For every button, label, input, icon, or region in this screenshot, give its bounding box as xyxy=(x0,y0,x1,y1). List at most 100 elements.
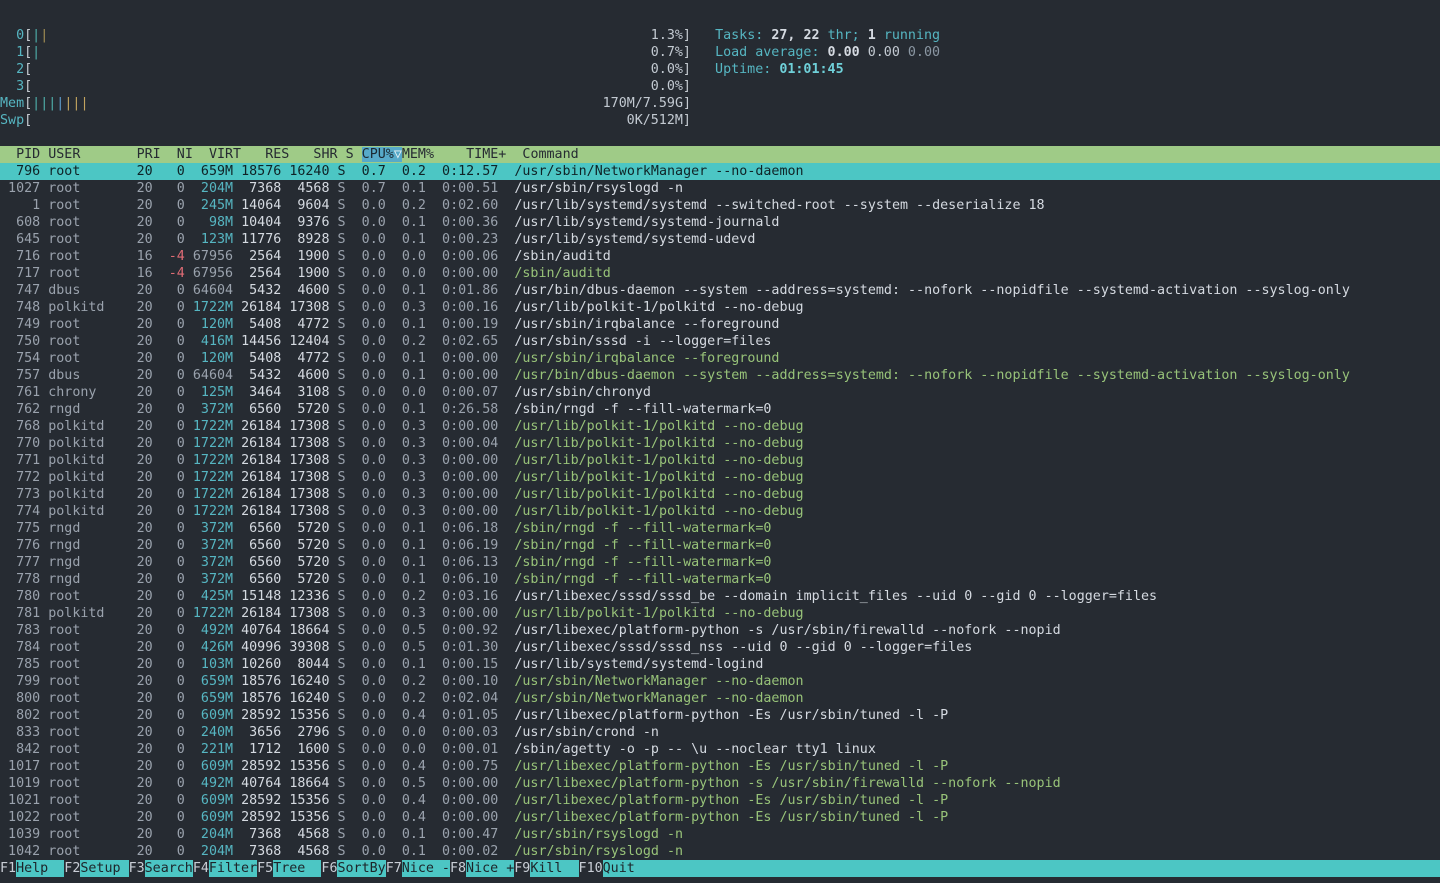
process-row-749[interactable]: 749 root 20 0 120M 5408 4772 S 0.0 0.1 0… xyxy=(0,316,1440,333)
cell-command: /sbin/rngd -f --fill-watermark=0 xyxy=(514,572,771,587)
swap-meter: Swp[ 0K/512M] xyxy=(0,112,1440,129)
text xyxy=(329,623,337,638)
cell-time: 0:00.00 xyxy=(434,266,498,281)
process-row-783[interactable]: 783 root 20 0 492M 40764 18664 S 0.0 0.5… xyxy=(0,622,1440,639)
process-row-1[interactable]: 1 root 20 0 245M 14064 9604 S 0.0 0.2 0:… xyxy=(0,197,1440,214)
text xyxy=(426,657,434,672)
text xyxy=(233,402,241,417)
cell-command: /usr/sbin/rsyslogd -n xyxy=(514,844,683,859)
cell-mem: 0.0 xyxy=(394,249,426,264)
cell-time: 0:00.00 xyxy=(434,606,498,621)
cell-pri: 20 xyxy=(129,181,153,196)
col-header-state[interactable]: S xyxy=(346,147,354,162)
col-header-command[interactable]: Command xyxy=(522,147,578,162)
text xyxy=(153,419,161,434)
text xyxy=(346,776,354,791)
process-row-833[interactable]: 833 root 20 0 240M 3656 2796 S 0.0 0.0 0… xyxy=(0,724,1440,741)
cell-time: 0:00.00 xyxy=(434,368,498,383)
fn-label-kill[interactable]: Kill xyxy=(530,860,578,877)
process-row-762[interactable]: 762 rngd 20 0 372M 6560 5720 S 0.0 0.1 0… xyxy=(0,401,1440,418)
process-row-1027[interactable]: 1027 root 20 0 204M 7368 4568 S 0.7 0.1 … xyxy=(0,180,1440,197)
cell-pri: 20 xyxy=(129,521,153,536)
process-row-842[interactable]: 842 root 20 0 221M 1712 1600 S 0.0 0.0 0… xyxy=(0,741,1440,758)
text xyxy=(386,674,394,689)
cell-mem: 0.1 xyxy=(394,538,426,553)
process-row-774[interactable]: 774 polkitd 20 0 1722M 26184 17308 S 0.0… xyxy=(0,503,1440,520)
process-row-781[interactable]: 781 polkitd 20 0 1722M 26184 17308 S 0.0… xyxy=(0,605,1440,622)
cell-user: root xyxy=(48,708,128,723)
process-row-770[interactable]: 770 polkitd 20 0 1722M 26184 17308 S 0.0… xyxy=(0,435,1440,452)
process-row-785[interactable]: 785 root 20 0 103M 10260 8044 S 0.0 0.1 … xyxy=(0,656,1440,673)
process-row-800[interactable]: 800 root 20 0 659M 18576 16240 S 0.0 0.2… xyxy=(0,690,1440,707)
fn-label-tree[interactable]: Tree xyxy=(273,860,321,877)
process-row-747[interactable]: 747 dbus 20 0 64604 5432 4600 S 0.0 0.1 … xyxy=(0,282,1440,299)
process-row-771[interactable]: 771 polkitd 20 0 1722M 26184 17308 S 0.0… xyxy=(0,452,1440,469)
cell-cpu: 0.0 xyxy=(354,589,386,604)
cell-command: /sbin/agetty -o -p -- \u --noclear tty1 … xyxy=(514,742,876,757)
col-header-shr[interactable]: SHR xyxy=(297,147,337,162)
cpu-meter-0-close-bracket: ] xyxy=(683,28,691,43)
text xyxy=(498,351,514,366)
col-header-user[interactable]: USER xyxy=(48,147,128,162)
process-row-772[interactable]: 772 polkitd 20 0 1722M 26184 17308 S 0.0… xyxy=(0,469,1440,486)
process-row-1021[interactable]: 1021 root 20 0 609M 28592 15356 S 0.0 0.… xyxy=(0,792,1440,809)
cell-command: /usr/lib/systemd/systemd-journald xyxy=(514,215,779,230)
process-row-1022[interactable]: 1022 root 20 0 609M 28592 15356 S 0.0 0.… xyxy=(0,809,1440,826)
col-header-pid[interactable]: PID xyxy=(0,147,40,162)
col-header-time[interactable]: TIME+ xyxy=(442,147,506,162)
process-row-778[interactable]: 778 rngd 20 0 372M 6560 5720 S 0.0 0.1 0… xyxy=(0,571,1440,588)
process-row-780[interactable]: 780 root 20 0 425M 15148 12336 S 0.0 0.2… xyxy=(0,588,1440,605)
process-row-799[interactable]: 799 root 20 0 659M 18576 16240 S 0.0 0.2… xyxy=(0,673,1440,690)
cell-state: S xyxy=(338,759,346,774)
text xyxy=(498,300,514,315)
process-row-716[interactable]: 716 root 16 -4 67956 2564 1900 S 0.0 0.0… xyxy=(0,248,1440,265)
fn-label-setup[interactable]: Setup xyxy=(80,860,128,877)
process-row-608[interactable]: 608 root 20 0 98M 10404 9376 S 0.0 0.1 0… xyxy=(0,214,1440,231)
process-row-selected-796[interactable]: 796 root 20 0 659M 18576 16240 S 0.7 0.2… xyxy=(0,163,1440,180)
text xyxy=(153,521,161,536)
process-row-1017[interactable]: 1017 root 20 0 609M 28592 15356 S 0.0 0.… xyxy=(0,758,1440,775)
text xyxy=(185,487,193,502)
col-header-ni[interactable]: NI xyxy=(169,147,193,162)
fn-label-search[interactable]: Search xyxy=(145,860,193,877)
process-row-757[interactable]: 757 dbus 20 0 64604 5432 4600 S 0.0 0.1 … xyxy=(0,367,1440,384)
col-header-virt[interactable]: VIRT xyxy=(201,147,241,162)
process-row-784[interactable]: 784 root 20 0 426M 40996 39308 S 0.0 0.5… xyxy=(0,639,1440,656)
process-row-773[interactable]: 773 polkitd 20 0 1722M 26184 17308 S 0.0… xyxy=(0,486,1440,503)
process-row-776[interactable]: 776 rngd 20 0 372M 6560 5720 S 0.0 0.1 0… xyxy=(0,537,1440,554)
col-header-cpu-sorted[interactable]: CPU% xyxy=(362,147,394,162)
process-row-1039[interactable]: 1039 root 20 0 204M 7368 4568 S 0.0 0.1 … xyxy=(0,826,1440,843)
process-row-748[interactable]: 748 polkitd 20 0 1722M 26184 17308 S 0.0… xyxy=(0,299,1440,316)
fn-label-help[interactable]: Help xyxy=(16,860,64,877)
cell-state: S xyxy=(338,572,346,587)
col-header-mem[interactable]: MEM% xyxy=(402,147,434,162)
cell-state: S xyxy=(338,708,346,723)
text xyxy=(329,708,337,723)
process-row-1019[interactable]: 1019 root 20 0 492M 40764 18664 S 0.0 0.… xyxy=(0,775,1440,792)
fn-label-quit[interactable]: Quit xyxy=(603,860,1440,877)
process-row-777[interactable]: 777 rngd 20 0 372M 6560 5720 S 0.0 0.1 0… xyxy=(0,554,1440,571)
cell-ni: 0 xyxy=(161,385,185,400)
fn-label-nice-[interactable]: Nice - xyxy=(402,860,450,877)
col-header-pri[interactable]: PRI xyxy=(137,147,161,162)
process-row-761[interactable]: 761 chrony 20 0 125M 3464 3108 S 0.0 0.0… xyxy=(0,384,1440,401)
text xyxy=(233,470,241,485)
text xyxy=(426,453,434,468)
cell-user: root xyxy=(48,640,128,655)
fn-label-filter[interactable]: Filter xyxy=(209,860,257,877)
text xyxy=(386,538,394,553)
process-row-717[interactable]: 717 root 16 -4 67956 2564 1900 S 0.0 0.0… xyxy=(0,265,1440,282)
filler xyxy=(129,147,137,162)
col-header-res[interactable]: RES xyxy=(249,147,289,162)
process-row-645[interactable]: 645 root 20 0 123M 11776 8928 S 0.0 0.1 … xyxy=(0,231,1440,248)
process-row-775[interactable]: 775 rngd 20 0 372M 6560 5720 S 0.0 0.1 0… xyxy=(0,520,1440,537)
fn-label-nice-[interactable]: Nice + xyxy=(466,860,514,877)
process-row-802[interactable]: 802 root 20 0 609M 28592 15356 S 0.0 0.4… xyxy=(0,707,1440,724)
process-row-768[interactable]: 768 polkitd 20 0 1722M 26184 17308 S 0.0… xyxy=(0,418,1440,435)
cell-time: 0:06.18 xyxy=(434,521,498,536)
process-row-750[interactable]: 750 root 20 0 416M 14456 12404 S 0.0 0.2… xyxy=(0,333,1440,350)
process-row-754[interactable]: 754 root 20 0 120M 5408 4772 S 0.0 0.1 0… xyxy=(0,350,1440,367)
fn-label-sortby[interactable]: SortBy xyxy=(337,860,385,877)
cell-pri: 20 xyxy=(129,215,153,230)
process-row-1042[interactable]: 1042 root 20 0 204M 7368 4568 S 0.0 0.1 … xyxy=(0,843,1440,860)
